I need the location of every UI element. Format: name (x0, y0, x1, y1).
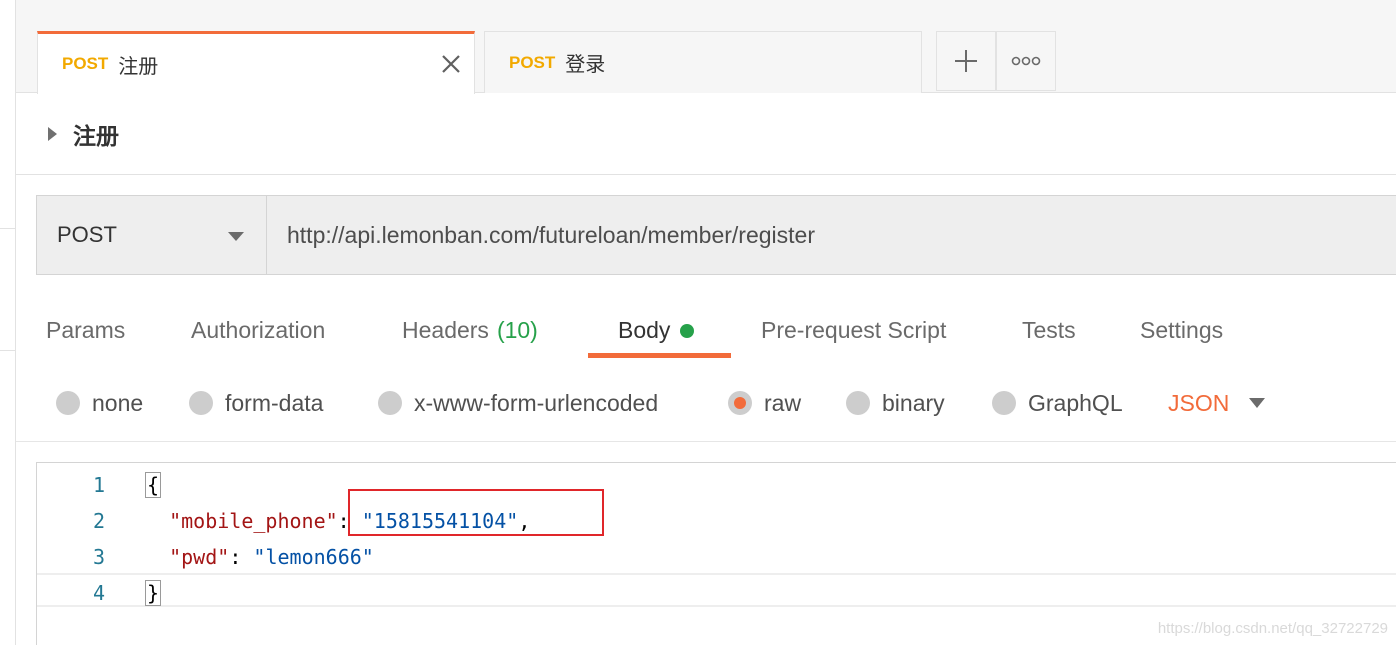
radio-graphql-label: GraphQL (1028, 389, 1123, 416)
tab-name-label: 登录 (565, 52, 606, 76)
radio-circle-icon (56, 391, 80, 415)
active-tab-underline (588, 353, 731, 358)
radio-circle-icon (846, 391, 870, 415)
tab-method-label: POST (509, 52, 556, 72)
tab-authorization-label: Authorization (191, 316, 326, 343)
line-number: 2 (92, 509, 105, 533)
postman-window: POST 注册 POST 登录 注册 POST Params Auth (0, 0, 1396, 645)
code-line: 3 "pwd": "lemon666" (37, 539, 1396, 575)
line-number: 4 (92, 581, 105, 605)
radio-binary-label: binary (882, 389, 945, 416)
language-select-label: JSON (1168, 389, 1230, 416)
close-brace: } (145, 580, 162, 606)
json-value: "15815541104" (361, 509, 519, 533)
radio-raw[interactable]: raw (728, 370, 801, 436)
body-code-editor[interactable]: 1 { 2 "mobile_phone": "15815541104", 3 "… (36, 462, 1396, 645)
radio-graphql[interactable]: GraphQL (992, 370, 1123, 436)
radio-none-label: none (92, 389, 144, 416)
tab-name-label: 注册 (118, 53, 159, 78)
radio-circle-icon (189, 391, 213, 415)
line-number: 3 (92, 545, 105, 569)
tab-tests-label: Tests (1022, 316, 1076, 343)
more-icon (1011, 56, 1041, 66)
tab-params-label: Params (46, 316, 126, 343)
code-line: 1 { (37, 467, 1396, 503)
json-separator: : (337, 509, 362, 533)
headers-count-badge: (10) (496, 316, 538, 343)
divider (16, 441, 1396, 442)
tab-authorization[interactable]: Authorization (191, 296, 325, 364)
tab-prerequest-label: Pre-request Script (761, 316, 947, 343)
line-number: 1 (92, 473, 105, 497)
request-title[interactable]: 注册 (73, 117, 119, 151)
tab-body-label: Body (618, 316, 671, 343)
code-line: 2 "mobile_phone": "15815541104", (37, 503, 1396, 539)
tab-headers-label: Headers (402, 316, 489, 343)
url-input[interactable] (267, 196, 1396, 274)
chevron-down-icon (1249, 398, 1266, 408)
body-type-options: none form-data x-www-form-urlencoded raw… (16, 370, 1396, 436)
tab-login[interactable]: POST 登录 (484, 31, 922, 93)
plus-icon (955, 50, 977, 72)
radio-circle-icon (728, 391, 752, 415)
radio-binary[interactable]: binary (846, 370, 945, 436)
request-tabs: Params Authorization Headers (10) Body P… (16, 296, 1396, 364)
radio-urlencoded[interactable]: x-www-form-urlencoded (378, 370, 658, 436)
open-brace: { (145, 472, 162, 498)
json-comma: , (518, 509, 531, 533)
json-value: "lemon666" (253, 545, 374, 569)
json-separator: : (229, 545, 254, 569)
radio-raw-label: raw (764, 389, 802, 416)
tab-register[interactable]: POST 注册 (37, 31, 475, 94)
tab-method-label: POST (62, 54, 109, 73)
tab-headers[interactable]: Headers (10) (402, 296, 538, 364)
request-header: 注册 (16, 93, 1396, 175)
json-key: "mobile_phone" (169, 509, 338, 533)
code-text: "mobile_phone": "15815541104", (145, 509, 530, 533)
watermark: https://blog.csdn.net/qq_32722729 (1157, 620, 1388, 637)
tab-settings[interactable]: Settings (1140, 296, 1223, 364)
code-text: } (145, 580, 162, 606)
tab-params[interactable]: Params (46, 296, 125, 364)
code-text: { (145, 472, 162, 498)
tab-tests[interactable]: Tests (1022, 296, 1076, 364)
json-key: "pwd" (169, 545, 230, 569)
language-select[interactable]: JSON (1168, 370, 1266, 436)
radio-urlencoded-label: x-www-form-urlencoded (414, 389, 659, 416)
tab-settings-label: Settings (1140, 316, 1224, 343)
expand-caret-icon[interactable] (48, 126, 57, 141)
request-tab-bar: POST 注册 POST 登录 (16, 0, 1396, 94)
radio-form-data[interactable]: form-data (189, 370, 323, 436)
status-dot-icon (680, 324, 695, 338)
chevron-down-icon (228, 232, 244, 241)
radio-form-data-label: form-data (225, 389, 324, 416)
radio-circle-icon (378, 391, 402, 415)
code-text: "pwd": "lemon666" (145, 545, 374, 569)
close-icon[interactable] (438, 51, 464, 77)
method-select[interactable]: POST (37, 196, 267, 274)
tab-prerequest-script[interactable]: Pre-request Script (761, 296, 946, 364)
tab-options-button[interactable] (996, 31, 1056, 91)
radio-none[interactable]: none (56, 370, 143, 436)
new-tab-button[interactable] (936, 31, 996, 91)
sidebar-edge (0, 0, 16, 645)
url-bar: POST (36, 195, 1396, 275)
radio-circle-icon (992, 391, 1016, 415)
code-line: 4 } (37, 575, 1396, 611)
method-select-label: POST (57, 222, 117, 247)
